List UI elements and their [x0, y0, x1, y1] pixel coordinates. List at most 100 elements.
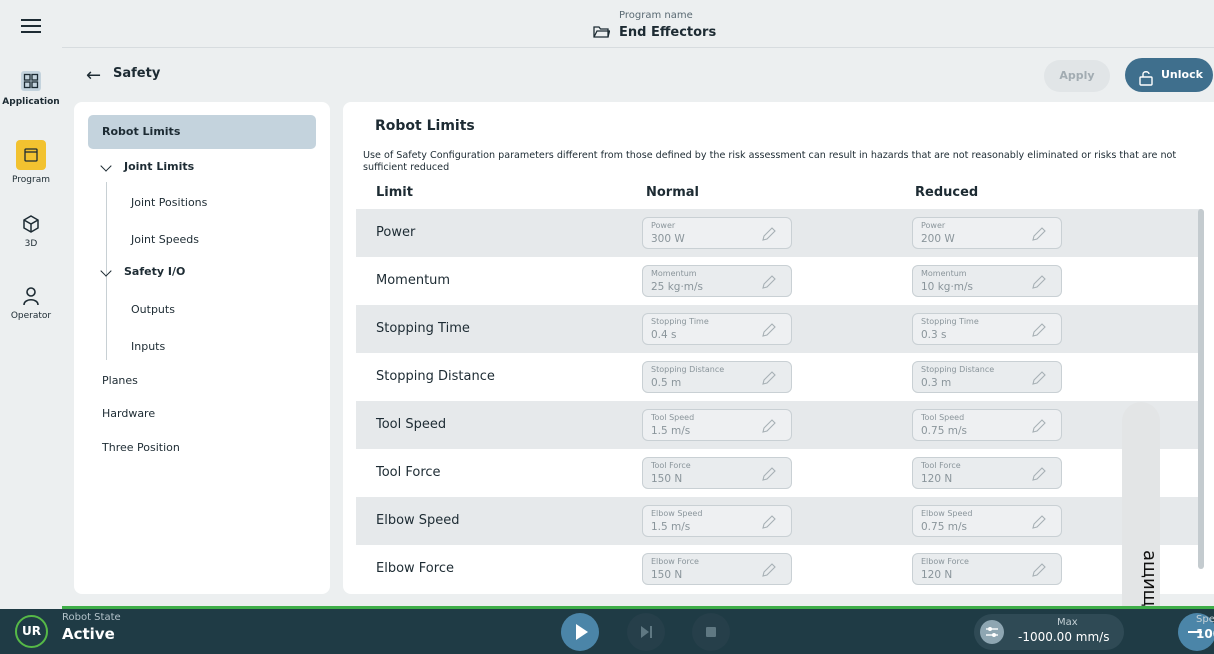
pencil-icon[interactable] [1031, 322, 1047, 342]
unlock-label: Unlock [1161, 68, 1203, 81]
pencil-icon[interactable] [761, 562, 777, 582]
pencil-icon[interactable] [761, 226, 777, 246]
table-row: Elbow Speed Elbow Speed 1.5 m/s Elbow Sp… [356, 497, 1201, 545]
pencil-icon[interactable] [1031, 514, 1047, 534]
speed-max-label: Max [1057, 617, 1078, 628]
chevron-down-icon[interactable] [100, 265, 112, 277]
normal-field[interactable]: Tool Force 150 N [642, 457, 792, 489]
nav-item-inputs[interactable]: Inputs [131, 340, 165, 353]
speed-readout[interactable]: Max -1000.00 mm/s [974, 614, 1124, 650]
pencil-icon[interactable] [1031, 562, 1047, 582]
sliders-icon [980, 620, 1004, 644]
program-icon [0, 140, 62, 173]
play-icon [576, 624, 588, 640]
left-rail: Application Program 3D Operator [0, 0, 62, 606]
field-value: 10 kg·m/s [921, 281, 974, 293]
rail-label-application: Application [2, 97, 60, 107]
table-row: Elbow Force Elbow Force 150 N Elbow Forc… [356, 545, 1201, 593]
nav-item-robot-limits[interactable]: Robot Limits [102, 125, 180, 138]
stop-button[interactable] [692, 613, 730, 651]
pencil-icon[interactable] [1031, 226, 1047, 246]
table-row: Power Power 300 W Power 200 W [356, 209, 1201, 257]
field-value: 150 N [651, 473, 683, 485]
field-value: 25 kg·m/s [651, 281, 704, 293]
nav-item-hardware[interactable]: Hardware [102, 407, 155, 420]
rail-item-application[interactable]: Application [0, 70, 62, 107]
speed-percent: 100 [1196, 627, 1214, 641]
program-name-label: Program name [619, 10, 693, 21]
robot-state-value: Active [62, 625, 115, 643]
normal-field[interactable]: Momentum 25 kg·m/s [642, 265, 792, 297]
row-label: Tool Force [376, 465, 441, 480]
robot-limits-panel: Robot Limits Use of Safety Configuration… [343, 102, 1214, 594]
ur-logo[interactable]: UR [15, 615, 48, 648]
reduced-field[interactable]: Stopping Time 0.3 s [912, 313, 1062, 345]
reduced-field[interactable]: Elbow Force 120 N [912, 553, 1062, 585]
field-label: Tool Speed [651, 413, 695, 422]
robot-state-label: Robot State [62, 612, 121, 623]
field-value: 150 N [651, 569, 683, 581]
vertical-scrollbar[interactable] [1198, 209, 1204, 569]
reduced-field[interactable]: Stopping Distance 0.3 m [912, 361, 1062, 393]
reduced-field[interactable]: Tool Force 120 N [912, 457, 1062, 489]
pencil-icon[interactable] [761, 418, 777, 438]
row-label: Elbow Speed [376, 513, 460, 528]
pencil-icon[interactable] [1031, 274, 1047, 294]
reduced-field[interactable]: Momentum 10 kg·m/s [912, 265, 1062, 297]
field-label: Momentum [921, 269, 967, 278]
pencil-icon[interactable] [1031, 370, 1047, 390]
rail-item-program[interactable]: Program [0, 140, 62, 185]
chevron-down-icon[interactable] [100, 160, 112, 172]
pencil-icon[interactable] [761, 274, 777, 294]
rail-label-program: Program [12, 175, 50, 185]
safety-nav-panel: Robot Limits Joint Limits Joint Position… [74, 102, 330, 594]
rail-item-3d[interactable]: 3D [0, 214, 62, 249]
rail-item-operator[interactable]: Operator [0, 286, 62, 321]
program-name[interactable]: End Effectors [619, 25, 716, 40]
normal-field[interactable]: Stopping Time 0.4 s [642, 313, 792, 345]
hamburger-menu-icon[interactable] [21, 18, 41, 34]
field-label: Stopping Distance [921, 365, 995, 374]
nav-item-joint-speeds[interactable]: Joint Speeds [131, 233, 199, 246]
pencil-icon[interactable] [761, 466, 777, 486]
section-title: Robot Limits [375, 118, 475, 134]
table-row: Stopping Time Stopping Time 0.4 s Stoppi… [356, 305, 1201, 353]
table-row: Stopping Distance Stopping Distance 0.5 … [356, 353, 1201, 401]
page-title: Safety [113, 66, 161, 81]
play-button[interactable] [561, 613, 599, 651]
reduced-field[interactable]: Elbow Speed 0.75 m/s [912, 505, 1062, 537]
nav-item-joint-limits[interactable]: Joint Limits [124, 160, 194, 173]
step-button[interactable] [627, 613, 665, 651]
field-label: Tool Force [921, 461, 961, 470]
nav-item-safety-io[interactable]: Safety I/O [124, 265, 185, 278]
rail-label-operator: Operator [10, 311, 52, 321]
field-value: 0.75 m/s [921, 425, 967, 437]
field-value: 0.75 m/s [921, 521, 967, 533]
back-arrow-icon[interactable]: ← [86, 65, 101, 86]
pencil-icon[interactable] [761, 514, 777, 534]
field-label: Stopping Time [921, 317, 979, 326]
field-value: 0.3 s [921, 329, 947, 341]
nav-item-outputs[interactable]: Outputs [131, 303, 175, 316]
nav-item-three-position[interactable]: Three Position [102, 441, 180, 454]
normal-field[interactable]: Elbow Force 150 N [642, 553, 792, 585]
field-value: 1.5 m/s [651, 521, 691, 533]
unlock-button[interactable]: Unlock [1125, 58, 1213, 92]
pencil-icon[interactable] [1031, 466, 1047, 486]
field-label: Momentum [651, 269, 697, 278]
normal-field[interactable]: Power 300 W [642, 217, 792, 249]
reduced-field[interactable]: Power 200 W [912, 217, 1062, 249]
field-label: Elbow Force [921, 557, 969, 566]
nav-item-planes[interactable]: Planes [102, 374, 138, 387]
field-label: Elbow Speed [651, 509, 703, 518]
pencil-icon[interactable] [761, 370, 777, 390]
apply-button[interactable]: Apply [1044, 60, 1110, 92]
nav-item-joint-positions[interactable]: Joint Positions [131, 196, 207, 209]
normal-field[interactable]: Elbow Speed 1.5 m/s [642, 505, 792, 537]
reduced-field[interactable]: Tool Speed 0.75 m/s [912, 409, 1062, 441]
normal-field[interactable]: Stopping Distance 0.5 m [642, 361, 792, 393]
field-value: 300 W [651, 233, 685, 245]
pencil-icon[interactable] [761, 322, 777, 342]
normal-field[interactable]: Tool Speed 1.5 m/s [642, 409, 792, 441]
pencil-icon[interactable] [1031, 418, 1047, 438]
